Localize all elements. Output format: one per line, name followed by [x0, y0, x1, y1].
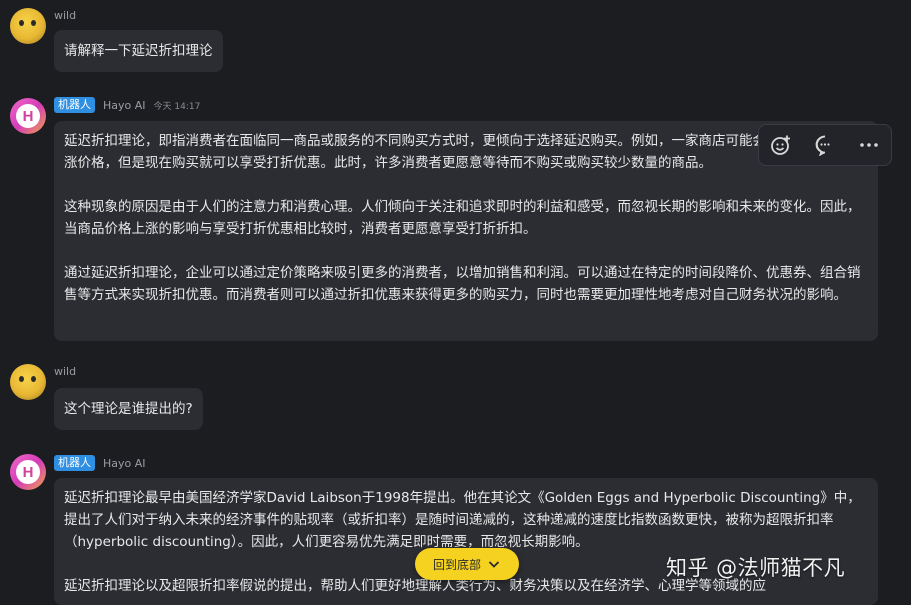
message-bubble: 延迟折扣理论最早由美国经济学家David Laibson于1998年提出。他在其…	[54, 478, 878, 605]
sender-name: wild	[54, 365, 77, 378]
bot-avatar-letter: H	[16, 460, 40, 484]
sender-name: Hayo AI	[103, 456, 146, 470]
message-paragraph: 通过延迟折扣理论，企业可以通过定价策略来吸引更多的消费者，以增加销售和利润。可以…	[64, 265, 861, 303]
scroll-to-bottom-label: 回到底部	[432, 557, 481, 572]
message-action-toolbar	[758, 124, 892, 166]
sender-row: wild	[54, 365, 76, 378]
user-avatar[interactable]	[10, 364, 46, 400]
bot-avatar[interactable]: H	[10, 98, 46, 134]
message-text: 请解释一下延迟折扣理论	[64, 43, 213, 59]
watermark: 知乎 @法师猫不凡	[666, 556, 846, 580]
message-paragraph: 延迟折扣理论，即指消费者在面临同一商品或服务的不同购买方式时，更倾向于选择延迟购…	[64, 133, 861, 171]
more-icon	[860, 143, 878, 147]
message-timestamp: 今天 14:17	[153, 101, 201, 112]
chevron-down-icon	[488, 561, 500, 568]
message-bubble: 这个理论是谁提出的?	[54, 388, 203, 430]
message-paragraph: 这种现象的原因是由于人们的注意力和消费心理。人们倾向于关注和追求即时的利益和感受…	[64, 199, 861, 237]
add-emoji-button[interactable]	[767, 131, 795, 159]
sender-name: wild	[54, 9, 77, 22]
bot-avatar-letter: H	[16, 104, 40, 128]
add-emoji-icon	[771, 135, 790, 155]
message-bubble: 延迟折扣理论，即指消费者在面临同一商品或服务的不同购买方式时，更倾向于选择延迟购…	[54, 121, 878, 341]
comment-icon	[815, 135, 830, 156]
sender-row: 机器人 Hayo AI 今天 14:17	[54, 97, 200, 113]
sender-row: wild	[54, 9, 76, 22]
user-avatar[interactable]	[10, 8, 46, 44]
bot-badge: 机器人	[54, 97, 95, 113]
more-button[interactable]	[855, 131, 883, 159]
message-bubble: 请解释一下延迟折扣理论	[54, 30, 223, 72]
message-paragraph: 延迟折扣理论最早由美国经济学家David Laibson于1998年提出。他在其…	[64, 490, 861, 550]
sender-row: 机器人 Hayo AI	[54, 455, 146, 471]
scroll-to-bottom-button[interactable]: 回到底部	[415, 548, 519, 580]
sender-name: Hayo AI	[103, 98, 146, 112]
comment-button[interactable]	[811, 131, 839, 159]
bot-badge: 机器人	[54, 455, 95, 471]
bot-avatar[interactable]: H	[10, 454, 46, 490]
message-text: 这个理论是谁提出的?	[64, 401, 193, 417]
